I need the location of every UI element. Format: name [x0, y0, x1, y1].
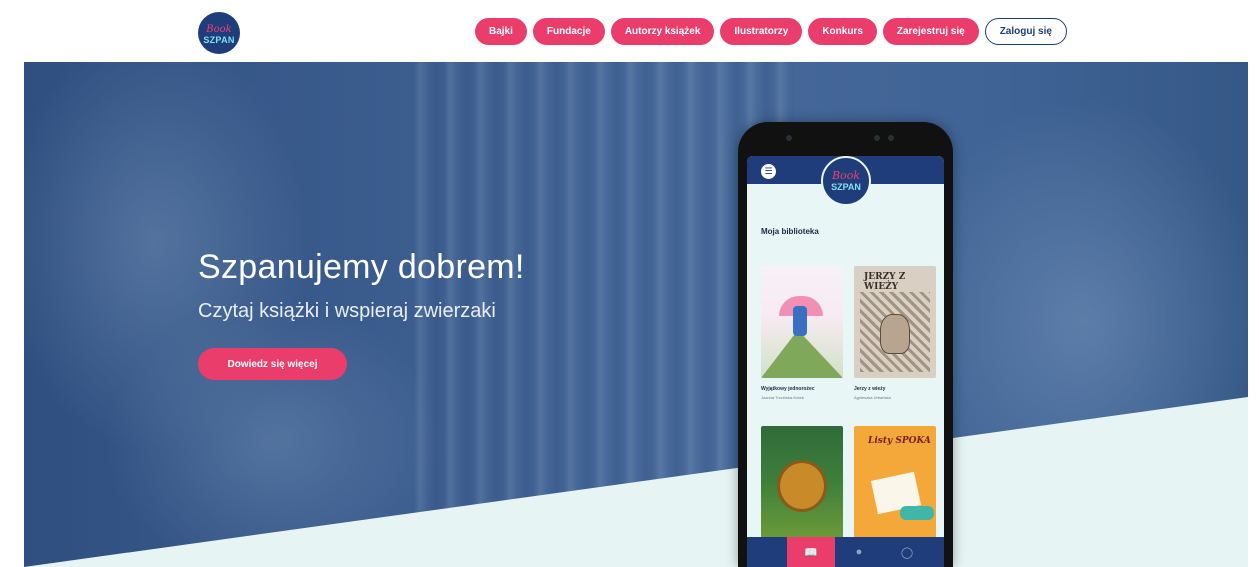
- nav-autorzy-button[interactable]: Autorzy książek: [610, 18, 715, 45]
- book-cover: [761, 426, 843, 538]
- book-author: Joanna Trzcińska-Kotek: [761, 395, 804, 400]
- cover-title: Listy SPOKA: [868, 436, 931, 446]
- book-cover: [761, 266, 843, 378]
- app-tab-bar: 📖 ● ◯: [747, 537, 944, 567]
- app-logo-line2: SZPAN: [831, 182, 861, 192]
- phone-mockup: ☰ Book SZPAN Moja biblioteka Wyjątkowy j…: [738, 122, 953, 567]
- main-nav: Bajki Fundacje Autorzy książek Ilustrato…: [475, 18, 1067, 45]
- hero-section: Szpanujemy dobrem! Czytaj książki i wspi…: [24, 62, 1248, 567]
- library-icon[interactable]: 📖: [787, 537, 835, 567]
- book-card[interactable]: JERZY Z WIEŻY Jerzy z wieży Agnieszka Ur…: [854, 266, 936, 400]
- learn-more-button[interactable]: Dowiedz się więcej: [198, 348, 347, 380]
- nav-ilustratorzy-button[interactable]: Ilustratorzy: [720, 18, 803, 45]
- app-logo-line1: Book: [832, 169, 860, 182]
- book-author: Agnieszka Urbańska: [854, 395, 891, 400]
- brand-logo[interactable]: Book SZPAN: [198, 12, 240, 54]
- hero-subtitle: Czytaj książki i wspieraj zwierzaki: [198, 300, 496, 322]
- hero-title: Szpanujemy dobrem!: [198, 248, 525, 286]
- logo-line2: SZPAN: [203, 34, 235, 45]
- tab-spacer: [747, 537, 787, 567]
- nav-bajki-button[interactable]: Bajki: [475, 18, 527, 45]
- top-navigation: Book SZPAN Bajki Fundacje Autorzy książe…: [0, 0, 1259, 62]
- phone-screen: ☰ Book SZPAN Moja biblioteka Wyjątkowy j…: [747, 156, 944, 567]
- mask-icon[interactable]: ●: [835, 537, 883, 567]
- user-icon[interactable]: ◯: [883, 537, 931, 567]
- logo-line1: Book: [206, 23, 232, 35]
- book-card[interactable]: Listy SPOKA: [854, 426, 936, 538]
- nav-fundacje-button[interactable]: Fundacje: [532, 18, 605, 45]
- login-button[interactable]: Zaloguj się: [984, 18, 1067, 45]
- library-title: Moja biblioteka: [761, 227, 819, 236]
- camera-icon: [786, 135, 792, 141]
- menu-icon[interactable]: ☰: [761, 164, 776, 179]
- book-cover: Listy SPOKA: [854, 426, 936, 538]
- app-logo: Book SZPAN: [821, 156, 871, 206]
- cover-title: JERZY Z WIEŻY: [864, 272, 906, 292]
- book-title: Wyjątkowy jednorożec: [761, 386, 815, 392]
- nav-konkurs-button[interactable]: Konkurs: [808, 18, 877, 45]
- book-title: Jerzy z wieży: [854, 386, 886, 392]
- sensor-icon: [874, 135, 880, 141]
- register-button[interactable]: Zarejestruj się: [882, 18, 979, 45]
- book-card[interactable]: [761, 426, 843, 538]
- book-card[interactable]: Wyjątkowy jednorożec Joanna Trzcińska-Ko…: [761, 266, 843, 400]
- book-cover: JERZY Z WIEŻY: [854, 266, 936, 378]
- sensor-icon: [888, 135, 894, 141]
